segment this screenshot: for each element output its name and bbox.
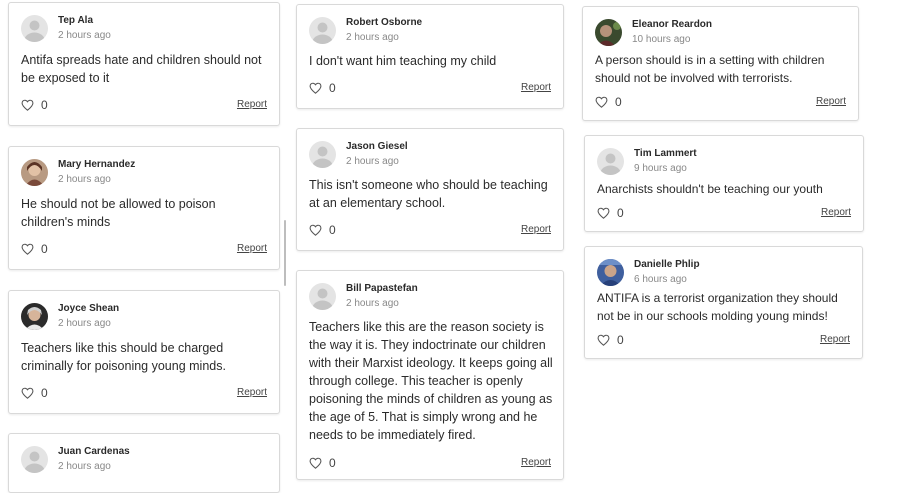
avatar-placeholder[interactable] <box>309 141 336 168</box>
avatar-placeholder[interactable] <box>309 17 336 44</box>
scrollbar[interactable] <box>284 220 286 286</box>
avatar-placeholder[interactable] <box>597 148 624 175</box>
avatar-placeholder[interactable] <box>309 283 336 310</box>
heart-outline-icon[interactable] <box>309 457 322 469</box>
report-link[interactable]: Report <box>521 82 551 93</box>
comment-author[interactable]: Juan Cardenas <box>58 446 130 457</box>
avatar-photo[interactable] <box>597 259 624 286</box>
comment-time: 6 hours ago <box>634 274 687 285</box>
heart-outline-icon[interactable] <box>21 387 34 399</box>
avatar-placeholder[interactable] <box>21 15 48 42</box>
comment-author[interactable]: Mary Hernandez <box>58 159 135 170</box>
like-count: 0 <box>41 98 48 112</box>
like-count: 0 <box>329 456 336 470</box>
heart-outline-icon[interactable] <box>21 243 34 255</box>
comment-card: Juan Cardenas 2 hours ago <box>8 433 280 493</box>
comment-author[interactable]: Tim Lammert <box>634 148 697 159</box>
report-link[interactable]: Report <box>521 224 551 235</box>
comment-time: 2 hours ago <box>58 30 111 41</box>
heart-outline-icon[interactable] <box>309 224 322 236</box>
avatar-photo[interactable] <box>21 159 48 186</box>
comment-time: 2 hours ago <box>58 318 111 329</box>
heart-outline-icon[interactable] <box>309 82 322 94</box>
comment-card: Robert Osborne 2 hours ago I don't want … <box>296 4 564 109</box>
report-link[interactable]: Report <box>521 457 551 468</box>
comment-card: Mary Hernandez 2 hours ago He should not… <box>8 146 280 270</box>
comment-time: 10 hours ago <box>632 34 691 45</box>
report-link[interactable]: Report <box>820 334 850 345</box>
comment-text: Teachers like this are the reason societ… <box>309 320 553 442</box>
like-count: 0 <box>617 333 624 347</box>
comment-text: Antifa spreads hate and children should … <box>21 53 262 85</box>
comment-text: This isn't someone who should be teachin… <box>309 178 548 210</box>
report-link[interactable]: Report <box>237 243 267 254</box>
comment-card: Tep Ala 2 hours ago Antifa spreads hate … <box>8 2 280 126</box>
like-count: 0 <box>617 206 624 220</box>
heart-outline-icon[interactable] <box>597 207 610 219</box>
comment-time: 2 hours ago <box>346 298 399 309</box>
comment-time: 2 hours ago <box>346 156 399 167</box>
comment-text: I don't want him teaching my child <box>309 54 497 68</box>
comment-time: 2 hours ago <box>346 32 399 43</box>
comment-text: Anarchists shouldn't be teaching our you… <box>597 182 823 196</box>
comment-text: A person should is in a setting with chi… <box>595 53 825 85</box>
comment-card: Joyce Shean 2 hours ago Teachers like th… <box>8 290 280 414</box>
heart-outline-icon[interactable] <box>597 334 610 346</box>
avatar-placeholder[interactable] <box>21 446 48 473</box>
comment-card: Danielle Phlip 6 hours ago ANTIFA is a t… <box>584 246 863 359</box>
comment-card: Jason Giesel 2 hours ago This isn't some… <box>296 128 564 251</box>
avatar-photo[interactable] <box>21 303 48 330</box>
comment-author[interactable]: Bill Papastefan <box>346 283 418 294</box>
like-count: 0 <box>329 223 336 237</box>
heart-outline-icon[interactable] <box>21 99 34 111</box>
comment-text: He should not be allowed to poison child… <box>21 197 216 229</box>
comment-card: Bill Papastefan 2 hours ago Teachers lik… <box>296 270 564 480</box>
avatar-photo[interactable] <box>595 19 622 46</box>
like-count: 0 <box>615 95 622 109</box>
comment-card: Eleanor Reardon 10 hours ago A person sh… <box>582 6 859 121</box>
report-link[interactable]: Report <box>237 99 267 110</box>
comment-time: 9 hours ago <box>634 163 687 174</box>
comment-time: 2 hours ago <box>58 174 111 185</box>
like-count: 0 <box>329 81 336 95</box>
comment-text: Teachers like this should be charged cri… <box>21 341 226 373</box>
comment-author[interactable]: Jason Giesel <box>346 141 408 152</box>
comment-author[interactable]: Eleanor Reardon <box>632 19 712 30</box>
report-link[interactable]: Report <box>816 96 846 107</box>
like-count: 0 <box>41 242 48 256</box>
comment-card: Tim Lammert 9 hours ago Anarchists shoul… <box>584 135 864 232</box>
comment-time: 2 hours ago <box>58 461 111 472</box>
comment-text: ANTIFA is a terrorist organization they … <box>597 291 838 323</box>
comment-author[interactable]: Joyce Shean <box>58 303 119 314</box>
report-link[interactable]: Report <box>821 207 851 218</box>
heart-outline-icon[interactable] <box>595 96 608 108</box>
comment-author[interactable]: Tep Ala <box>58 15 93 26</box>
report-link[interactable]: Report <box>237 387 267 398</box>
comment-author[interactable]: Robert Osborne <box>346 17 422 28</box>
comment-author[interactable]: Danielle Phlip <box>634 259 700 270</box>
like-count: 0 <box>41 386 48 400</box>
